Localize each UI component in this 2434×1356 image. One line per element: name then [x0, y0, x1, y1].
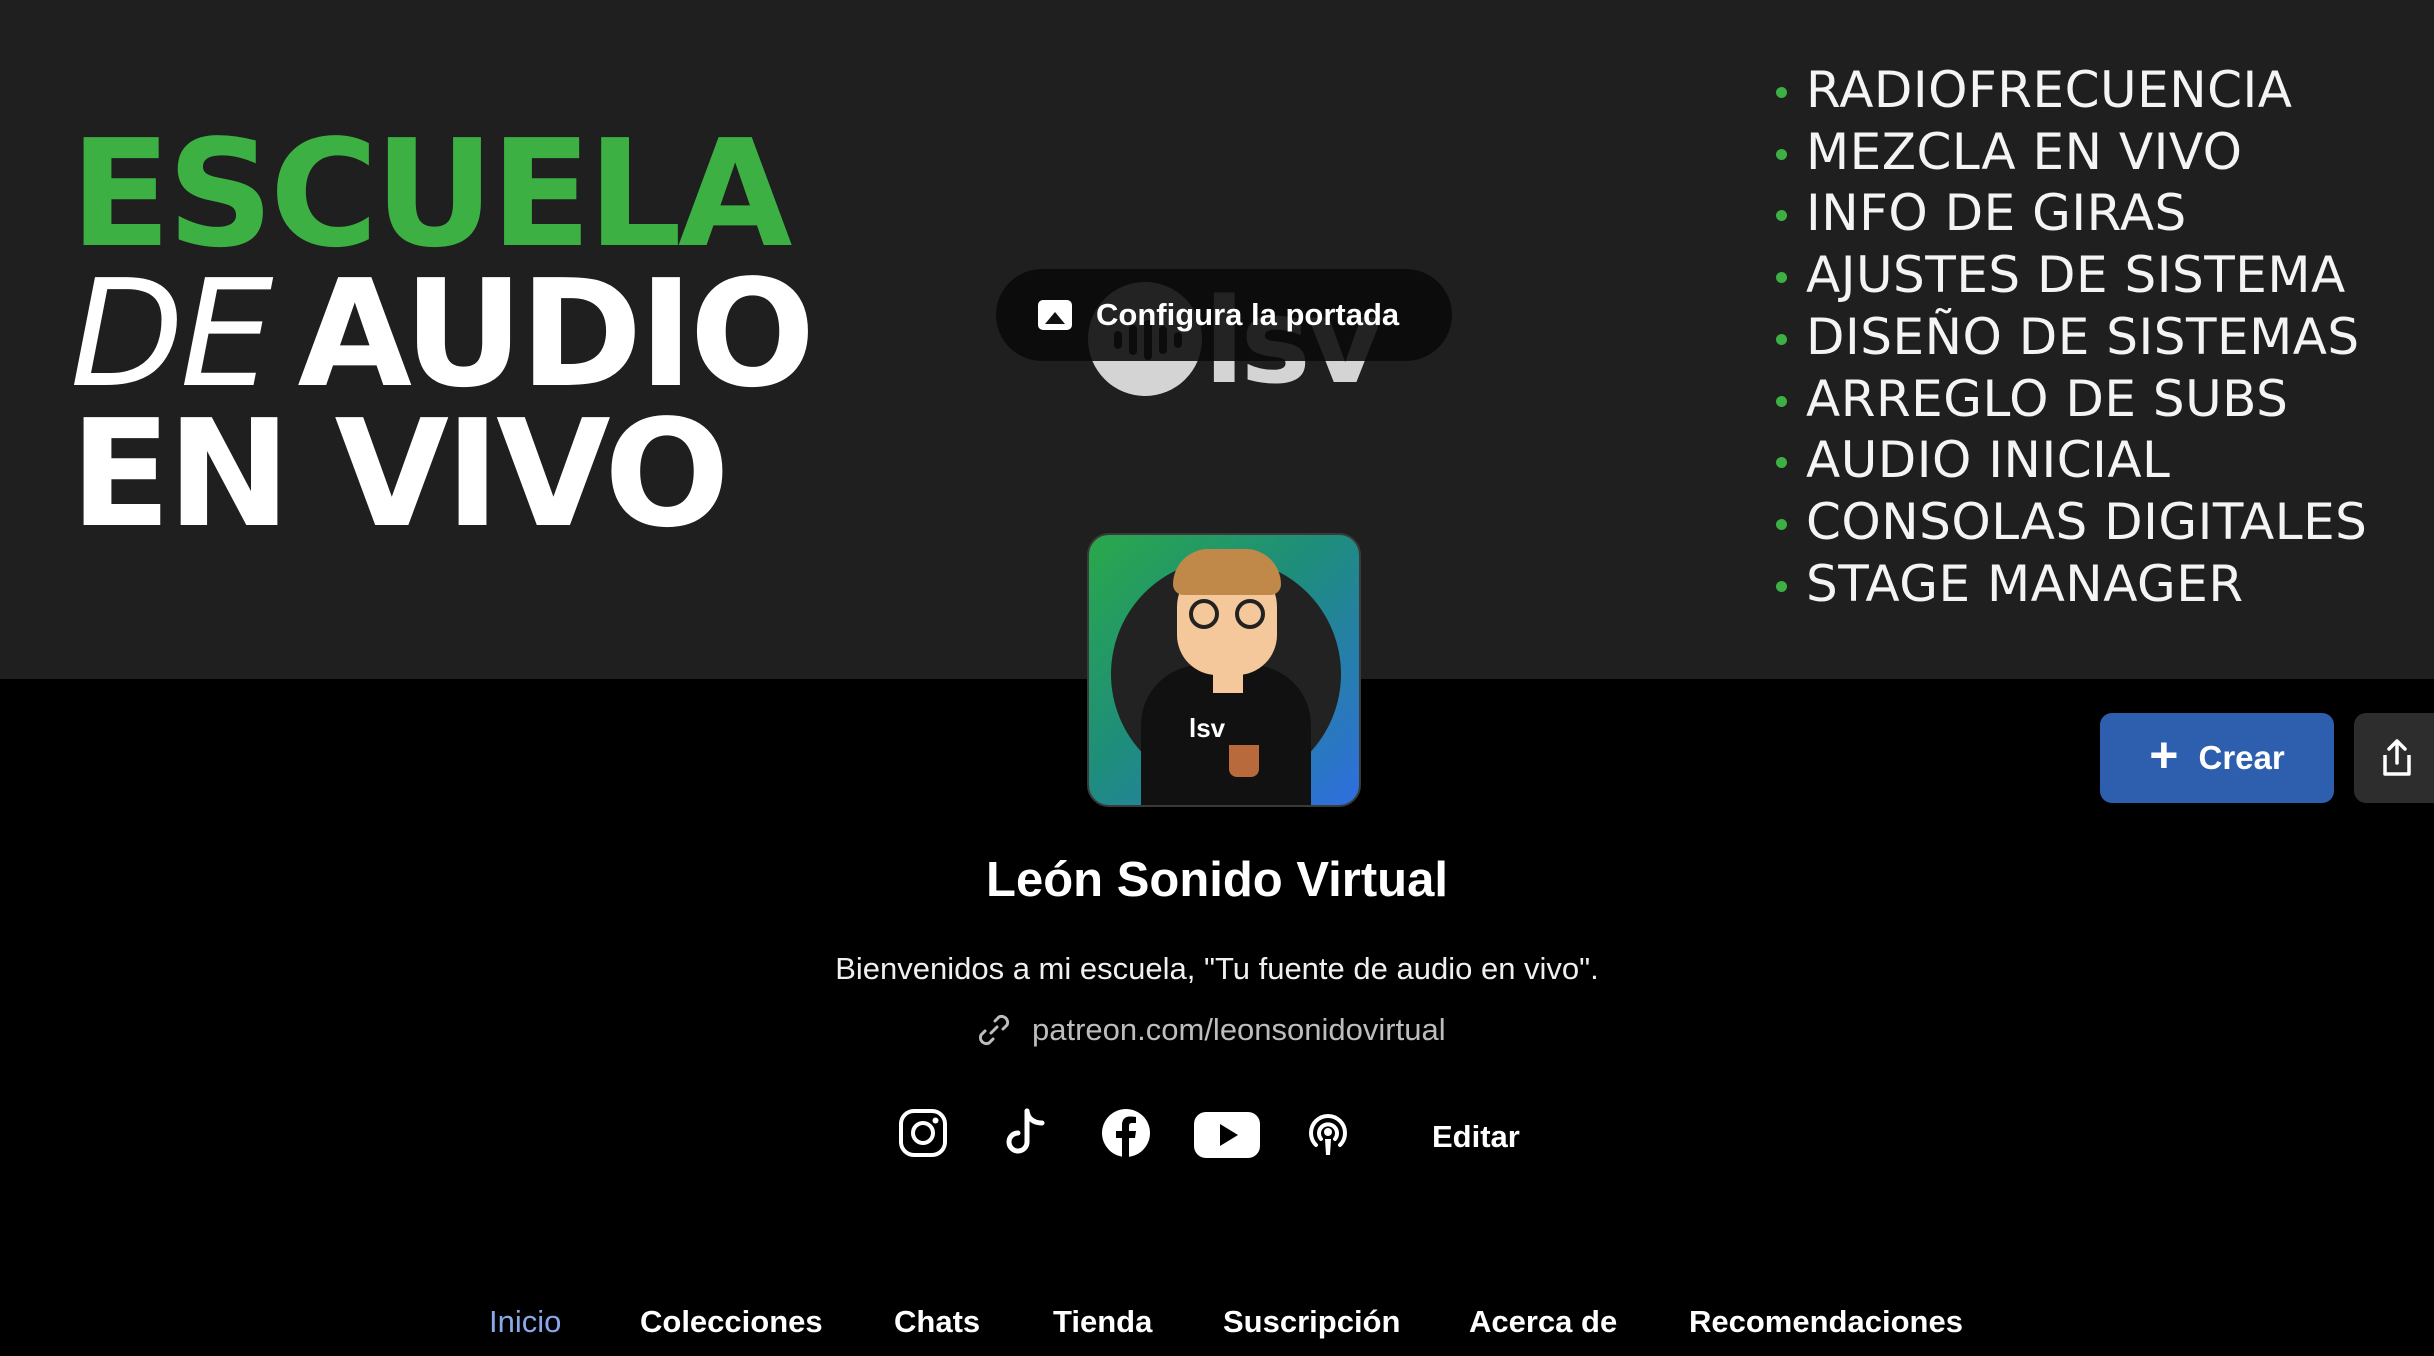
bullet-icon: [1776, 210, 1787, 222]
topic-item: AUDIO INICIAL: [1772, 430, 2367, 492]
profile-link-text: patreon.com/leonsonidovirtual: [1032, 1012, 1446, 1047]
link-icon: [978, 1014, 1010, 1046]
tab-chats[interactable]: Chats: [894, 1304, 980, 1340]
topic-list: RADIOFRECUENCIA MEZCLA EN VIVO INFO DE G…: [1772, 60, 2367, 615]
bullet-icon: [1776, 395, 1787, 407]
cover-title-line1: ESCUELA: [70, 108, 792, 280]
image-icon: [1038, 300, 1072, 330]
avatar[interactable]: lsv: [1087, 533, 1361, 807]
bullet-icon: [1776, 457, 1787, 469]
share-icon: [2383, 739, 2411, 776]
profile-link[interactable]: patreon.com/leonsonidovirtual: [976, 1012, 1446, 1048]
bullet-icon: [1776, 148, 1787, 160]
topic-item: RADIOFRECUENCIA: [1772, 60, 2367, 122]
bullet-icon: [1776, 272, 1787, 284]
share-button[interactable]: [2354, 713, 2434, 803]
topic-item: CONSOLAS DIGITALES: [1772, 492, 2367, 554]
avatar-logo: lsv: [1189, 713, 1226, 743]
topic-item: MEZCLA EN VIVO: [1772, 122, 2367, 184]
create-button[interactable]: + Crear: [2100, 713, 2334, 803]
cover-title-line3: EN VIVO: [70, 388, 730, 560]
facebook-icon[interactable]: [1101, 1108, 1151, 1158]
tab-colecciones[interactable]: Colecciones: [640, 1304, 823, 1340]
cover-title: ESCUELA DE AUDIO EN VIVO: [70, 108, 815, 560]
tiktok-icon[interactable]: [1003, 1108, 1047, 1158]
bullet-icon: [1776, 333, 1787, 345]
configure-cover-label: Configura la portada: [1096, 297, 1400, 332]
podcast-icon[interactable]: [1303, 1108, 1353, 1158]
topic-item: AJUSTES DE SISTEMA: [1772, 245, 2367, 307]
bullet-icon: [1776, 518, 1787, 530]
social-links: [0, 1108, 2434, 1168]
tab-acerca-de[interactable]: Acerca de: [1469, 1304, 1617, 1340]
plus-icon: +: [2149, 727, 2179, 783]
creator-name: León Sonido Virtual: [986, 853, 1448, 907]
edit-socials-button[interactable]: Editar: [1432, 1119, 1520, 1155]
tab-inicio[interactable]: Inicio: [489, 1304, 561, 1340]
tab-suscripcion[interactable]: Suscripción: [1223, 1304, 1400, 1340]
youtube-icon[interactable]: [1194, 1112, 1260, 1158]
profile-tabs: Inicio Colecciones Chats Tienda Suscripc…: [0, 1304, 2434, 1344]
glasses-icon: [1185, 599, 1271, 629]
configure-cover-button[interactable]: Configura la portada: [996, 269, 1452, 361]
topic-item: INFO DE GIRAS: [1772, 183, 2367, 245]
topic-item: ARREGLO DE SUBS: [1772, 369, 2367, 431]
tab-recomendaciones[interactable]: Recomendaciones: [1689, 1304, 1963, 1340]
bullet-icon: [1776, 87, 1787, 98]
instagram-icon[interactable]: [898, 1108, 948, 1158]
topic-item: DISEÑO DE SISTEMAS: [1772, 307, 2367, 369]
cover-title-line2: DE AUDIO: [70, 260, 815, 408]
create-label: Crear: [2198, 739, 2285, 776]
creator-bio: Bienvenidos a mi escuela, "Tu fuente de …: [835, 951, 1599, 986]
tab-tienda[interactable]: Tienda: [1053, 1304, 1152, 1340]
bullet-icon: [1776, 580, 1787, 592]
topic-item: STAGE MANAGER: [1772, 554, 2367, 616]
